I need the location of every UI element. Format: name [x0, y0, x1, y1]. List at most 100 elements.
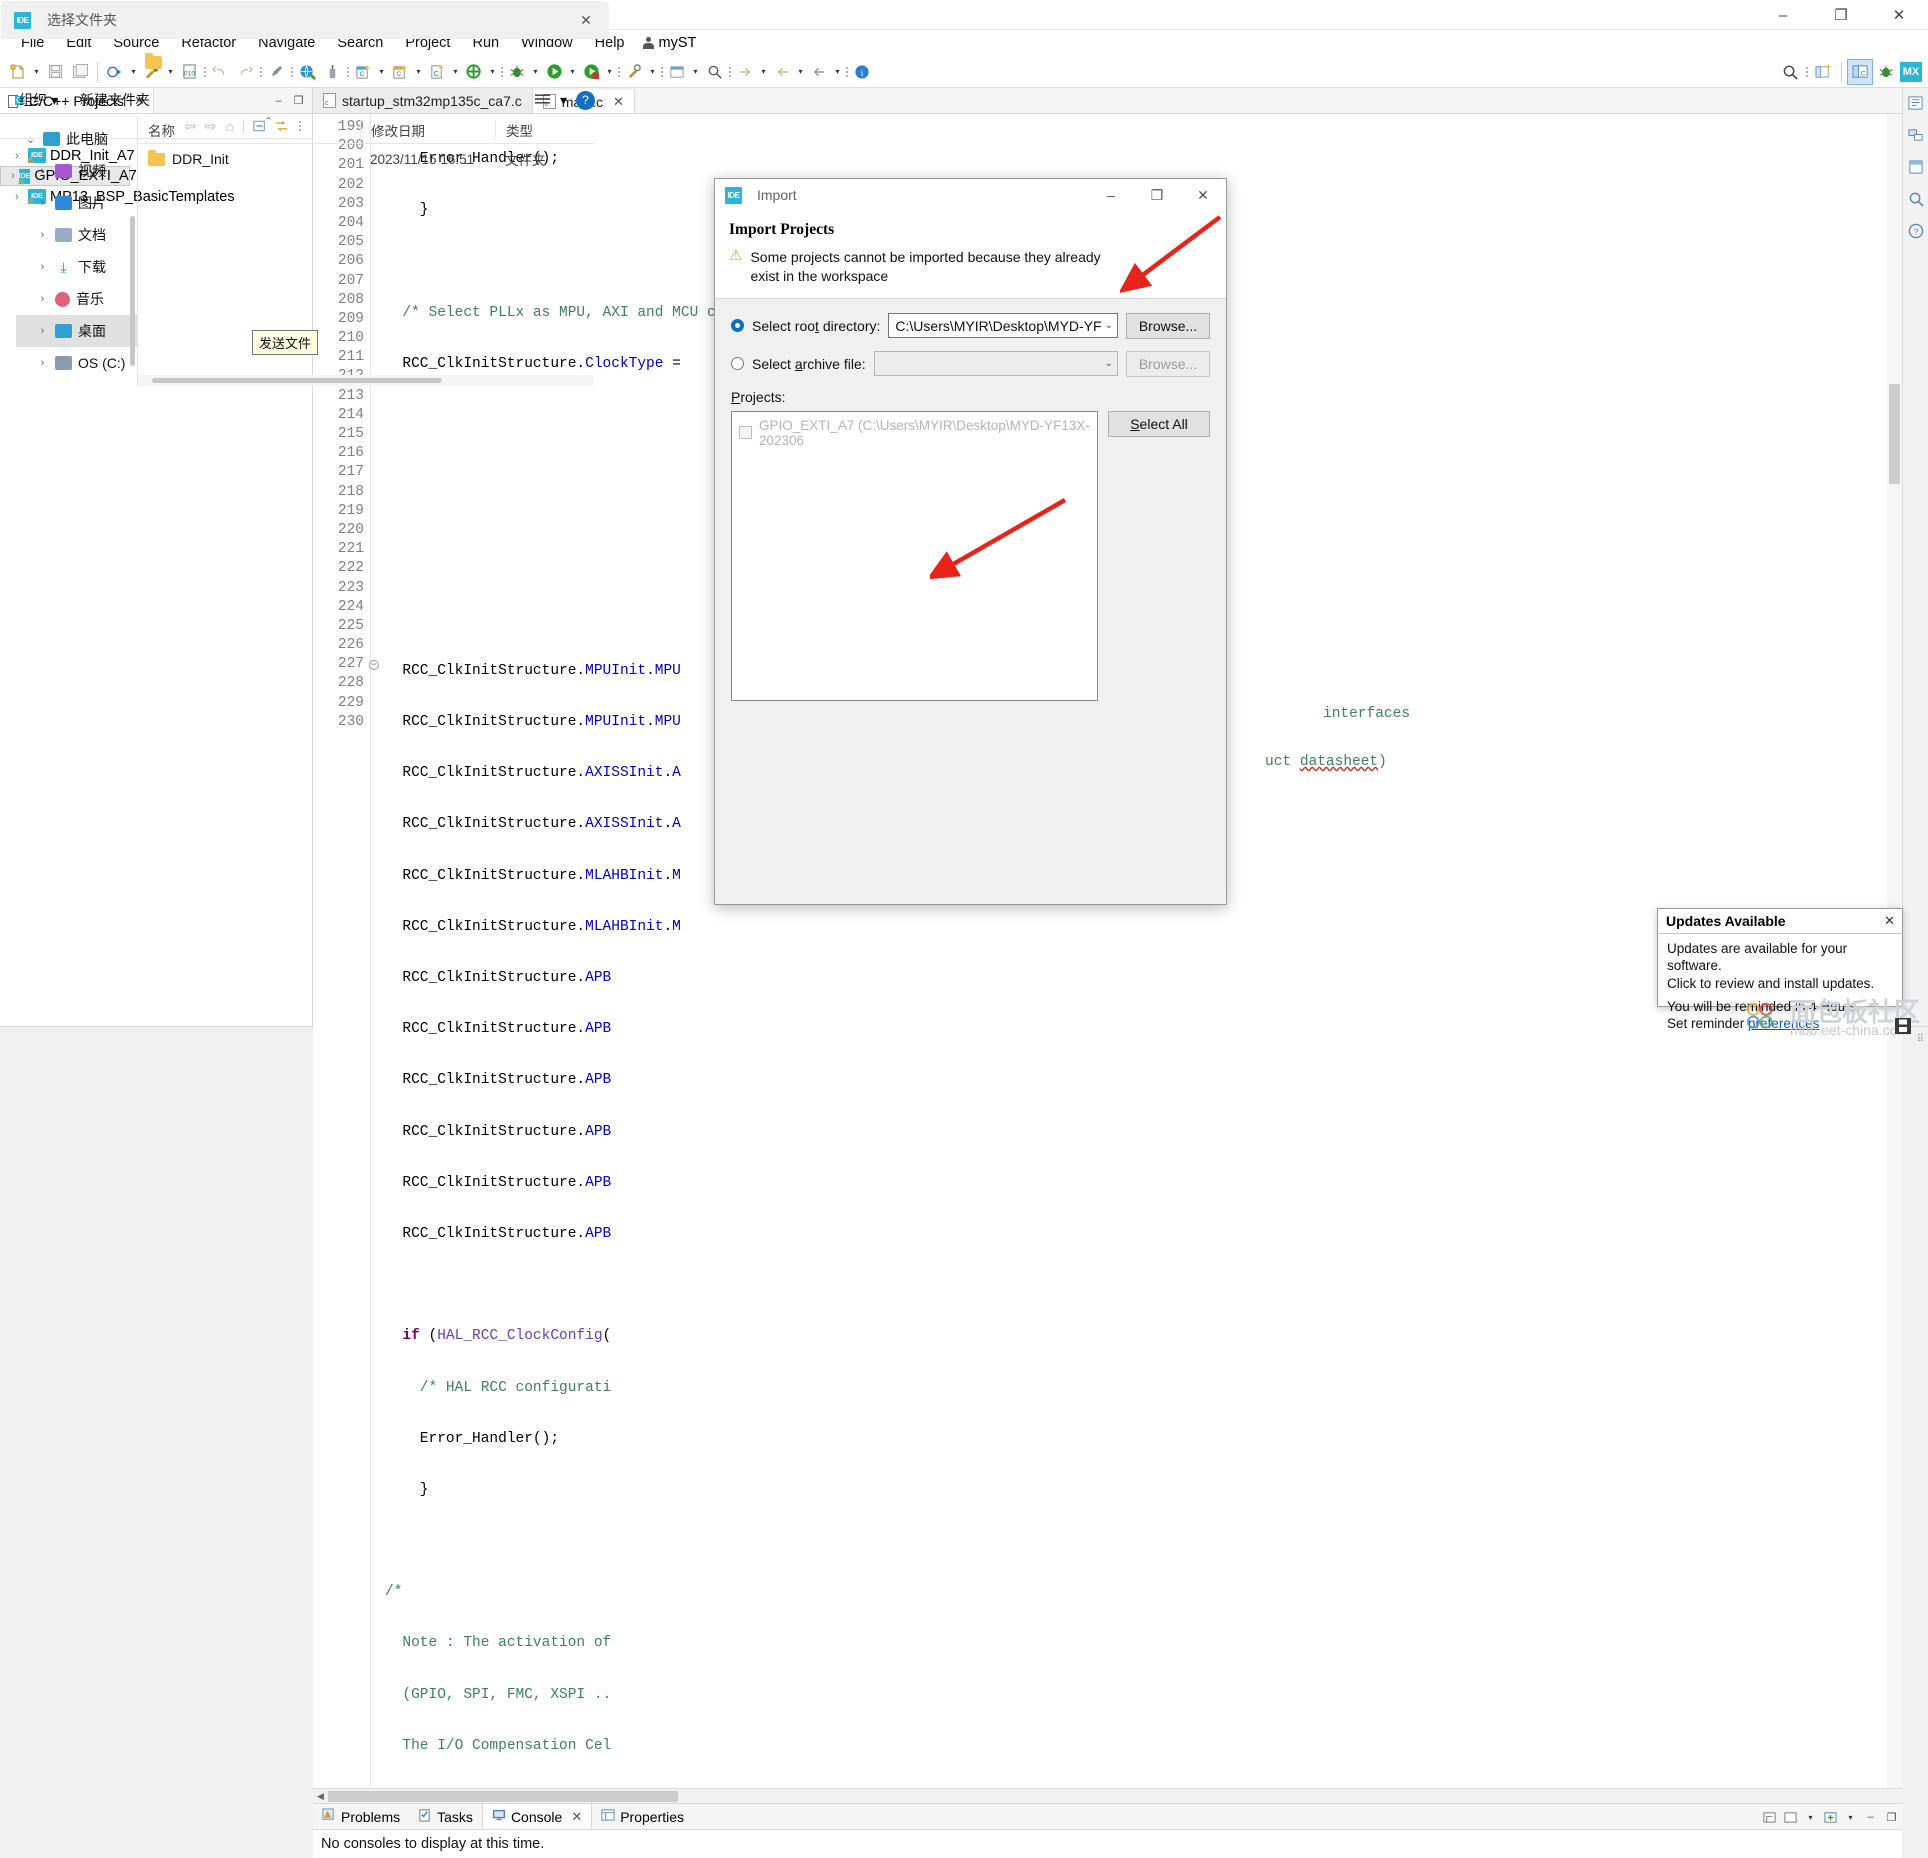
- binary-view-icon[interactable]: 010: [177, 60, 201, 84]
- restore-button[interactable]: ❐: [1812, 0, 1870, 30]
- close-icon[interactable]: ✕: [1884, 913, 1895, 929]
- close-icon[interactable]: ✕: [571, 1809, 582, 1825]
- new-console-dropdown-icon[interactable]: ▾: [1845, 1813, 1856, 1822]
- external-tools-icon[interactable]: [622, 60, 646, 84]
- run-play-icon[interactable]: [542, 60, 566, 84]
- sidebar-item-music[interactable]: › 音乐: [16, 283, 137, 315]
- editor-horizontal-scrollbar[interactable]: ◀: [313, 1788, 1902, 1803]
- sidebar-scrollbar-thumb[interactable]: [130, 216, 135, 366]
- run-config-icon[interactable]: [579, 60, 603, 84]
- new-file-icon[interactable]: [6, 60, 30, 84]
- chevron-right-icon[interactable]: ›: [36, 197, 49, 209]
- display-selected-console-icon[interactable]: [1784, 1811, 1797, 1824]
- sidebar-item-downloads[interactable]: › ⤓ 下载: [16, 251, 137, 283]
- new-file-dropdown-icon[interactable]: ▾: [31, 67, 42, 76]
- myst-account-button[interactable]: myST: [635, 32, 704, 54]
- file-list-horizontal-scrollbar[interactable]: [138, 375, 594, 386]
- previous-edit-icon[interactable]: [807, 60, 831, 84]
- mx-perspective-icon[interactable]: MX: [1900, 62, 1922, 82]
- project-list-item[interactable]: GPIO_EXTI_A7 (C:\Users\MYIR\Desktop\MYD-…: [735, 416, 1094, 450]
- close-icon[interactable]: ✕: [613, 94, 624, 110]
- global-debug-icon[interactable]: [295, 60, 319, 84]
- tab-console[interactable]: Console ✕: [482, 1804, 592, 1829]
- minimize-button[interactable]: –: [1754, 0, 1812, 30]
- maximize-button[interactable]: ❐: [1134, 179, 1180, 211]
- run-play-dropdown-icon[interactable]: ▾: [567, 67, 578, 76]
- chevron-right-icon[interactable]: ›: [36, 229, 49, 241]
- forward-nav-dropdown-icon[interactable]: ▾: [758, 67, 769, 76]
- save-icon[interactable]: [43, 60, 67, 84]
- tab-problems[interactable]: Problems: [313, 1804, 409, 1829]
- chevron-right-icon[interactable]: ›: [11, 170, 15, 182]
- hammer-dropdown-icon[interactable]: ▾: [165, 67, 176, 76]
- chevron-right-icon[interactable]: ›: [36, 165, 49, 177]
- help-view-icon[interactable]: ?: [1907, 222, 1925, 240]
- chevron-right-icon[interactable]: ›: [36, 357, 49, 369]
- sidebar-item-documents[interactable]: › 文档: [16, 219, 137, 251]
- new-window-icon[interactable]: [665, 60, 689, 84]
- list-view-icon[interactable]: [534, 92, 551, 109]
- scrollbar-thumb[interactable]: [1889, 384, 1900, 484]
- caret-down-icon[interactable]: ▾: [560, 92, 567, 109]
- new-c-project-icon[interactable]: C: [351, 60, 375, 84]
- sidebar-item-os-c[interactable]: › OS (C:): [16, 347, 137, 379]
- back-nav-dropdown-icon[interactable]: ▾: [795, 67, 806, 76]
- tab-tasks[interactable]: Tasks: [409, 1804, 482, 1829]
- debug-bug-icon[interactable]: [505, 60, 529, 84]
- project-checkbox[interactable]: [739, 426, 752, 439]
- root-directory-combo[interactable]: C:\Users\MYIR\Desktop\MYD-YF13X-2 ⌄: [888, 313, 1118, 338]
- build-dropdown-icon[interactable]: ▾: [128, 67, 139, 76]
- close-button[interactable]: ✕: [563, 1, 609, 39]
- browse-root-button[interactable]: Browse...: [1126, 313, 1210, 339]
- sidebar-item-network[interactable]: › 网络: [16, 379, 137, 387]
- redo-icon[interactable]: [233, 60, 257, 84]
- run-config-dropdown-icon[interactable]: ▾: [604, 67, 615, 76]
- chevron-right-icon[interactable]: ›: [36, 325, 49, 337]
- select-archive-file-radio[interactable]: [731, 357, 744, 370]
- scrollbar-thumb[interactable]: [328, 1791, 678, 1802]
- new-cpp-project-dropdown-icon[interactable]: ▾: [413, 67, 424, 76]
- undo-icon[interactable]: [208, 60, 232, 84]
- build-all-icon[interactable]: [103, 60, 127, 84]
- run-green-dropdown-icon[interactable]: ▾: [487, 67, 498, 76]
- help-icon[interactable]: ?: [576, 91, 595, 110]
- projects-list[interactable]: GPIO_EXTI_A7 (C:\Users\MYIR\Desktop\MYD-…: [731, 411, 1098, 701]
- select-root-directory-radio[interactable]: [731, 319, 744, 332]
- search-right-icon[interactable]: [1778, 60, 1802, 84]
- select-all-button[interactable]: Select All: [1108, 411, 1210, 437]
- column-header-date[interactable]: 修改日期: [360, 120, 495, 140]
- new-c-project-dropdown-icon[interactable]: ▾: [376, 67, 387, 76]
- build-targets-icon[interactable]: [1907, 126, 1925, 144]
- outline-view-icon[interactable]: [1907, 94, 1925, 112]
- debug-perspective-icon[interactable]: [1874, 60, 1898, 84]
- chevron-down-icon[interactable]: ⌄: [1105, 320, 1113, 331]
- debug-dropdown-icon[interactable]: ▾: [530, 67, 541, 76]
- chevron-right-icon[interactable]: ›: [36, 261, 49, 273]
- minimize-button[interactable]: –: [1088, 179, 1134, 211]
- column-header-type[interactable]: 类型: [495, 120, 594, 140]
- chevron-right-icon[interactable]: ›: [36, 293, 49, 305]
- minimize-panel-icon[interactable]: –: [1864, 1811, 1877, 1824]
- new-source-dropdown-icon[interactable]: ▾: [450, 67, 461, 76]
- new-window-dropdown-icon[interactable]: ▾: [690, 67, 701, 76]
- new-folder-button[interactable]: 新建文件夹: [80, 90, 150, 110]
- search-view-icon[interactable]: [1907, 190, 1925, 208]
- console-dropdown-icon[interactable]: ▾: [1805, 1813, 1816, 1822]
- file-list-item-ddr-init[interactable]: DDR_Init 2023/11/15 16:51 文件夹: [138, 144, 594, 174]
- forward-nav-icon[interactable]: [733, 60, 757, 84]
- scroll-left-icon[interactable]: ◀: [313, 1791, 328, 1802]
- previous-edit-dropdown-icon[interactable]: ▾: [832, 67, 843, 76]
- close-button[interactable]: ✕: [1870, 0, 1928, 30]
- cpp-perspective-icon[interactable]: C: [1848, 60, 1872, 84]
- new-source-file-icon[interactable]: C: [425, 60, 449, 84]
- column-header-name[interactable]: 名称 ⌃: [138, 120, 360, 140]
- sidebar-item-pictures[interactable]: › 图片: [16, 187, 137, 219]
- scrollbar-thumb[interactable]: [152, 378, 442, 383]
- sidebar-item-this-pc[interactable]: ⌄ 此电脑: [16, 123, 137, 155]
- usb-flash-icon[interactable]: [320, 60, 344, 84]
- external-tools-dropdown-icon[interactable]: ▾: [647, 67, 658, 76]
- info-icon[interactable]: i: [850, 60, 874, 84]
- search-toolbar-icon[interactable]: [702, 60, 726, 84]
- run-green-icon[interactable]: [462, 60, 486, 84]
- cpp-index-icon[interactable]: [1907, 158, 1925, 176]
